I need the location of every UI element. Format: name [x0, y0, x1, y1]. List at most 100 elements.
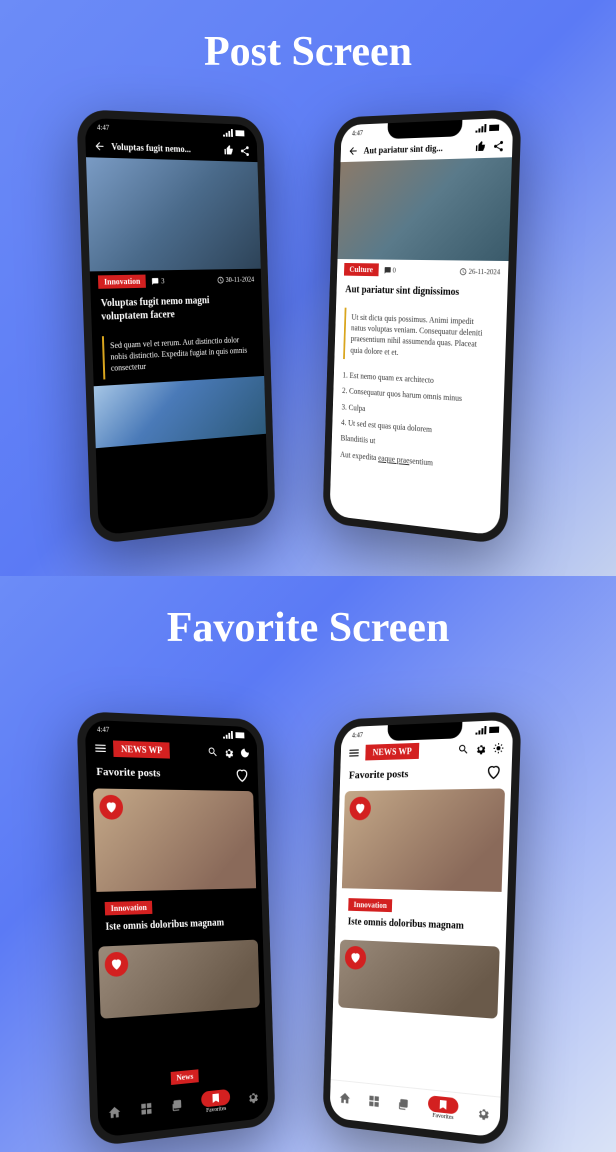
heart-icon [109, 957, 123, 972]
nav-settings[interactable] [477, 1105, 491, 1121]
date-meta: 30-11-2024 [216, 275, 254, 284]
appbar-title: Aut pariatur sint dig... [364, 142, 470, 155]
home-icon [338, 1090, 351, 1105]
post-date: 30-11-2024 [225, 275, 254, 283]
nav-grid[interactable] [367, 1093, 380, 1108]
screen-post-dark: 4:47 Voluptas fugit nemo... Innov [85, 118, 269, 536]
gear-icon [477, 1105, 491, 1121]
panel-title-post: Post Screen [204, 28, 412, 76]
post-hero-image [86, 157, 261, 271]
phone-notch [136, 120, 211, 139]
bookmark-icon [437, 1098, 449, 1111]
search-icon[interactable] [457, 743, 469, 756]
category-badge[interactable]: Innovation [105, 901, 153, 916]
comments-meta[interactable]: 3 [152, 277, 165, 285]
brand-badge[interactable]: NEWS WP [113, 740, 170, 758]
nav-favorites[interactable]: Favorites [201, 1088, 231, 1114]
statusbar-time: 4:47 [97, 123, 110, 132]
nav-settings[interactable] [247, 1090, 260, 1105]
share-icon[interactable] [239, 145, 250, 157]
menu-icon[interactable] [348, 746, 361, 760]
favorite-card[interactable]: Innovation Iste omnis doloribus magnam [93, 788, 258, 942]
layers-icon [171, 1098, 184, 1113]
category-badge[interactable]: Culture [344, 263, 378, 276]
post-quote: Ut sit dicta quis possimus. Animi impedi… [343, 308, 497, 367]
heart-outline-icon[interactable] [486, 764, 502, 781]
card-title: Iste omnis doloribus magnam [105, 916, 250, 934]
favorites-heading: Favorite posts [349, 768, 409, 781]
screen-post-light: 4:47 Aut pariatur sint dig... Cul [329, 118, 513, 536]
post-date: 26-11-2024 [468, 267, 500, 276]
phone-notch [136, 722, 211, 741]
favorite-card[interactable]: Innovation Iste omnis doloribus magnam [340, 788, 505, 942]
nav-grid[interactable] [139, 1101, 153, 1117]
post-hero-image [338, 157, 512, 261]
gear-icon [247, 1090, 260, 1105]
card-image [98, 940, 260, 1019]
heart-icon [104, 800, 118, 815]
statusbar-icons [223, 731, 246, 740]
comment-icon [152, 277, 160, 285]
statusbar-time: 4:47 [97, 725, 110, 734]
screen-fav-dark: 4:47 NEWS WP [85, 720, 269, 1138]
share-icon[interactable] [492, 140, 504, 153]
post-quote: Sed quam vel et rerum. Aut distinctio do… [102, 330, 255, 379]
thumbs-up-icon[interactable] [223, 144, 234, 156]
appbar-title: Voluptas fugit nemo... [111, 141, 218, 155]
phone-notch [387, 120, 462, 139]
brand-badge[interactable]: NEWS WP [365, 743, 419, 761]
post-body-image [94, 376, 266, 448]
sun-icon[interactable] [492, 742, 504, 755]
favorite-card[interactable] [98, 940, 260, 1019]
post-title: Aut pariatur sint dignissimos [336, 279, 508, 306]
back-icon[interactable] [348, 145, 359, 157]
statusbar-time: 4:47 [352, 731, 363, 739]
nav-label: Favorites [206, 1105, 226, 1113]
nav-favorites[interactable]: Favorites [428, 1095, 459, 1122]
comments-count: 0 [393, 266, 396, 274]
nav-home[interactable] [107, 1104, 121, 1120]
favorite-heart-badge[interactable] [99, 795, 123, 820]
favorite-card[interactable] [338, 940, 500, 1019]
grid-icon [367, 1093, 380, 1108]
heart-icon [354, 802, 367, 816]
layers-icon [397, 1096, 410, 1111]
home-icon [107, 1104, 121, 1120]
phone-notch [387, 722, 462, 741]
category-badge[interactable]: Innovation [348, 898, 392, 912]
favorites-heading: Favorite posts [96, 766, 160, 780]
moon-icon[interactable] [239, 747, 250, 759]
category-badge[interactable]: Innovation [98, 275, 146, 289]
post-screen-panel: Post Screen 4:47 Voluptas fugit nemo... [0, 0, 616, 576]
card-body: Innovation Iste omnis doloribus magnam [340, 888, 501, 942]
heart-icon [349, 951, 362, 965]
card-title: Iste omnis doloribus magnam [348, 916, 493, 934]
bottom-nav: Favorites [329, 1079, 500, 1138]
statusbar-icons [475, 725, 501, 734]
gear-icon[interactable] [223, 746, 234, 758]
post-title: Voluptas fugit nemo magni voluptatem fac… [91, 289, 263, 330]
search-icon[interactable] [207, 746, 218, 758]
menu-icon[interactable] [93, 741, 107, 756]
nav-recent[interactable] [397, 1096, 410, 1111]
nav-home[interactable] [338, 1090, 351, 1105]
phone-mockup-post-light: 4:47 Aut pariatur sint dig... Cul [322, 109, 521, 545]
back-icon[interactable] [93, 140, 105, 153]
category-badge[interactable]: News [171, 1069, 199, 1085]
date-meta: 26-11-2024 [459, 267, 501, 276]
phone-mockup-fav-dark: 4:47 NEWS WP [76, 711, 275, 1147]
statusbar-icons [475, 123, 501, 132]
nav-recent[interactable] [171, 1098, 184, 1113]
favorites-heading-row: Favorite posts [86, 759, 258, 787]
comments-meta[interactable]: 0 [384, 266, 396, 274]
statusbar-time: 4:47 [352, 129, 363, 137]
statusbar-icons [223, 129, 246, 138]
post-list: 1. Est nemo quam ex architecto 2. Conseq… [331, 364, 505, 483]
thumbs-up-icon[interactable] [475, 140, 487, 153]
heart-outline-icon[interactable] [235, 767, 250, 783]
favorite-screen-panel: Favorite Screen 4:47 NEWS WP [0, 576, 616, 1152]
screen-fav-light: 4:47 NEWS WP [329, 720, 513, 1138]
bottom-nav: Favorites [97, 1079, 268, 1138]
gear-icon[interactable] [475, 742, 487, 755]
phone-mockup-fav-light: 4:47 NEWS WP [322, 711, 521, 1147]
